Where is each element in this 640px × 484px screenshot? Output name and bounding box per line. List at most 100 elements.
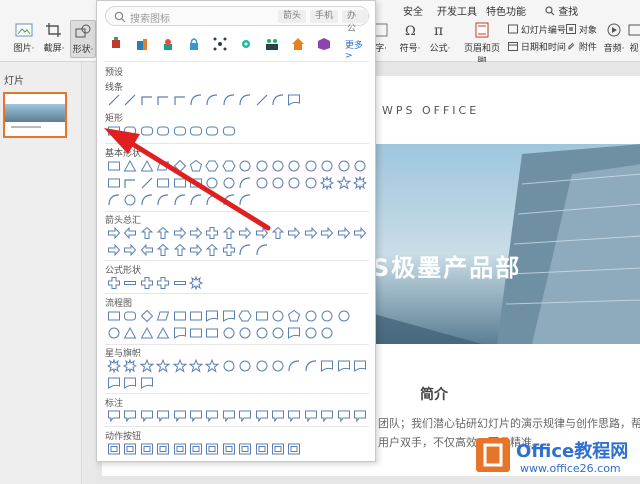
burst-shape-icon[interactable] <box>320 176 335 190</box>
circle-shape-icon[interactable] <box>107 326 121 340</box>
arrowU-shape-icon[interactable] <box>156 243 170 257</box>
curve-shape-icon[interactable] <box>304 359 318 373</box>
burst-shape-icon[interactable] <box>189 276 203 290</box>
arrowR-shape-icon[interactable] <box>320 226 334 240</box>
rect-shape-icon[interactable] <box>255 309 269 323</box>
curve-shape-icon[interactable] <box>222 93 236 107</box>
plus-shape-icon[interactable] <box>205 226 219 240</box>
callout-shape-icon[interactable] <box>238 409 252 423</box>
curve-shape-icon[interactable] <box>205 93 219 107</box>
circle-shape-icon[interactable] <box>287 176 301 190</box>
arrowU-shape-icon[interactable] <box>140 226 154 240</box>
pent-shape-icon[interactable] <box>189 159 203 173</box>
callout-shape-icon[interactable] <box>337 409 351 423</box>
burst-shape-icon[interactable] <box>107 359 121 373</box>
team-icon[interactable] <box>265 37 279 51</box>
arrowR-shape-icon[interactable] <box>353 226 367 240</box>
doc-shape-icon[interactable] <box>107 376 121 390</box>
circle-shape-icon[interactable] <box>271 326 285 340</box>
elbow-shape-icon[interactable] <box>156 93 170 107</box>
line-shape-icon[interactable] <box>123 93 137 107</box>
rect-shape-icon[interactable] <box>107 124 121 138</box>
doc-shape-icon[interactable] <box>287 326 301 340</box>
arrowR-shape-icon[interactable] <box>189 226 203 240</box>
line-shape-icon[interactable] <box>140 176 154 190</box>
plus-shape-icon[interactable] <box>222 243 236 257</box>
circle-shape-icon[interactable] <box>238 159 252 173</box>
video-button[interactable]: 视 <box>628 22 640 54</box>
robot-icon[interactable] <box>109 37 123 51</box>
callout-shape-icon[interactable] <box>123 409 137 423</box>
arrowU-shape-icon[interactable] <box>205 243 219 257</box>
circle-shape-icon[interactable] <box>271 309 285 323</box>
home-icon[interactable] <box>291 37 305 51</box>
callout-shape-icon[interactable] <box>140 409 154 423</box>
action-shape-icon[interactable] <box>107 442 121 456</box>
action-shape-icon[interactable] <box>255 442 269 456</box>
search-chip-arrow[interactable]: 箭头 <box>278 10 307 23</box>
curve-shape-icon[interactable] <box>222 193 236 207</box>
slide-heading[interactable]: 简介 <box>420 384 448 404</box>
circle-shape-icon[interactable] <box>123 193 137 207</box>
pent-shape-icon[interactable] <box>287 309 301 323</box>
rrect-shape-icon[interactable] <box>189 124 203 138</box>
circle-shape-icon[interactable] <box>287 159 301 173</box>
tri-shape-icon[interactable] <box>123 159 137 173</box>
doc-shape-icon[interactable] <box>123 376 137 390</box>
circle-shape-icon[interactable] <box>222 176 236 190</box>
symbol-button[interactable]: Ω 符号· <box>396 22 424 54</box>
date-time-button[interactable]: 日期和时间 <box>508 40 566 53</box>
circle-shape-icon[interactable] <box>271 359 285 373</box>
star-shape-icon[interactable] <box>189 359 203 373</box>
plus-shape-icon[interactable] <box>156 276 170 290</box>
gear-icon[interactable] <box>239 37 253 51</box>
callout-shape-icon[interactable] <box>107 409 121 423</box>
circle-shape-icon[interactable] <box>271 159 285 173</box>
curve-shape-icon[interactable] <box>238 243 252 257</box>
callout-shape-icon[interactable] <box>156 409 170 423</box>
rect-shape-icon[interactable] <box>205 326 219 340</box>
minus-shape-icon[interactable] <box>123 276 137 290</box>
star-shape-icon[interactable] <box>172 359 187 373</box>
curve-shape-icon[interactable] <box>287 359 301 373</box>
hex-shape-icon[interactable] <box>205 159 219 173</box>
network-icon[interactable] <box>213 37 227 51</box>
elbow-shape-icon[interactable] <box>140 93 154 107</box>
star-shape-icon[interactable] <box>139 359 154 373</box>
tri-shape-icon[interactable] <box>140 326 154 340</box>
search-chip-office[interactable]: 办公 <box>342 10 368 34</box>
line-shape-icon[interactable] <box>107 93 121 107</box>
curve-shape-icon[interactable] <box>238 193 252 207</box>
circle-shape-icon[interactable] <box>222 326 236 340</box>
doc-shape-icon[interactable] <box>287 93 301 107</box>
callout-shape-icon[interactable] <box>189 409 203 423</box>
minus-shape-icon[interactable] <box>173 276 187 290</box>
arrowR-shape-icon[interactable] <box>337 226 351 240</box>
callout-shape-icon[interactable] <box>173 409 187 423</box>
icon-search-box[interactable]: 搜索图标 箭头 手机 办公 <box>105 6 369 34</box>
callout-shape-icon[interactable] <box>353 409 367 423</box>
curve-shape-icon[interactable] <box>255 243 269 257</box>
rrect-shape-icon[interactable] <box>222 124 236 138</box>
burst-shape-icon[interactable] <box>123 359 138 373</box>
slide-thumbnail-1[interactable] <box>3 92 67 138</box>
more-icons-link[interactable]: 更多 > <box>345 38 369 61</box>
action-shape-icon[interactable] <box>173 442 187 456</box>
circle-shape-icon[interactable] <box>304 176 318 190</box>
circle-shape-icon[interactable] <box>255 176 269 190</box>
elbow-shape-icon[interactable] <box>123 176 137 190</box>
circle-shape-icon[interactable] <box>271 176 285 190</box>
rrect-shape-icon[interactable] <box>205 124 219 138</box>
doc-shape-icon[interactable] <box>320 359 334 373</box>
rect-shape-icon[interactable] <box>189 309 203 323</box>
arrowR-shape-icon[interactable] <box>287 226 301 240</box>
circle-shape-icon[interactable] <box>238 359 252 373</box>
circle-shape-icon[interactable] <box>304 159 318 173</box>
curve-shape-icon[interactable] <box>271 93 285 107</box>
arrowR-shape-icon[interactable] <box>238 226 252 240</box>
arrowL-shape-icon[interactable] <box>140 243 154 257</box>
rect-shape-icon[interactable] <box>189 326 203 340</box>
curve-shape-icon[interactable] <box>189 93 203 107</box>
object-button[interactable]: 对象 <box>566 23 597 36</box>
hex-shape-icon[interactable] <box>222 159 236 173</box>
